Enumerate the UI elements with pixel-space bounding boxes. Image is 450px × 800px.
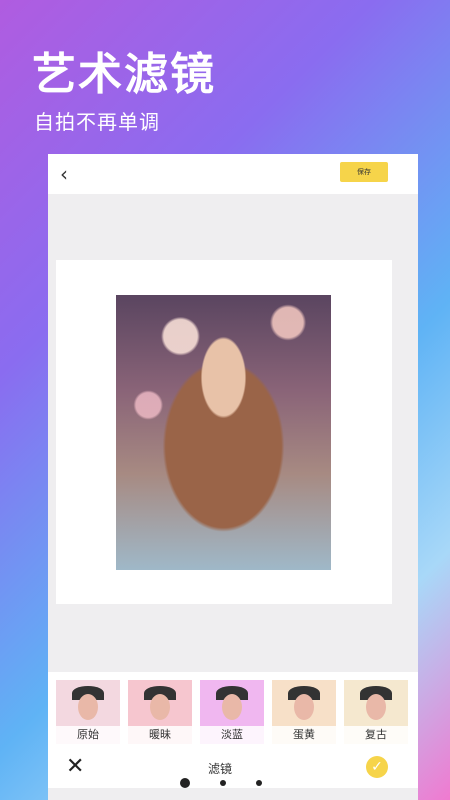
face-shape: [78, 694, 98, 720]
filter-label: 原始: [56, 726, 120, 744]
filter-label: 淡蓝: [200, 726, 264, 744]
face-shape: [294, 694, 314, 720]
filter-light-blue[interactable]: 淡蓝: [200, 680, 264, 744]
page-dot[interactable]: [256, 780, 262, 786]
portrait-photo: [116, 295, 331, 570]
save-button[interactable]: 保存: [340, 162, 388, 182]
face-shape: [222, 694, 242, 720]
face-shape: [150, 694, 170, 720]
hero-subtitle: 自拍不再单调: [34, 110, 160, 134]
page-indicator: [180, 778, 262, 788]
filter-strip: 原始 暖昧 淡蓝 蛋黄 复古: [48, 672, 418, 748]
filter-retro[interactable]: 复古: [344, 680, 408, 744]
check-icon[interactable]: ✓: [366, 756, 388, 778]
filter-label: 蛋黄: [272, 726, 336, 744]
filter-label: 复古: [344, 726, 408, 744]
editor-topbar: ‹ 保存: [48, 154, 418, 194]
phone-screen: ‹ 保存 原始 暖昧 淡蓝 蛋黄 复古 ✕ 滤镜 ✓: [48, 154, 418, 800]
hero-title: 艺术滤镜: [32, 49, 216, 100]
page-dot-active[interactable]: [180, 778, 190, 788]
chevron-left-icon[interactable]: ‹: [60, 162, 68, 186]
page-dot[interactable]: [220, 780, 226, 786]
close-icon[interactable]: ✕: [66, 754, 84, 779]
face-shape: [366, 694, 386, 720]
filter-egg-yolk[interactable]: 蛋黄: [272, 680, 336, 744]
filter-panel-label: 滤镜: [208, 762, 233, 776]
filter-label: 暖昧: [128, 726, 192, 744]
filter-ambiguous[interactable]: 暖昧: [128, 680, 192, 744]
photo-canvas: [56, 260, 392, 604]
filter-original[interactable]: 原始: [56, 680, 120, 744]
